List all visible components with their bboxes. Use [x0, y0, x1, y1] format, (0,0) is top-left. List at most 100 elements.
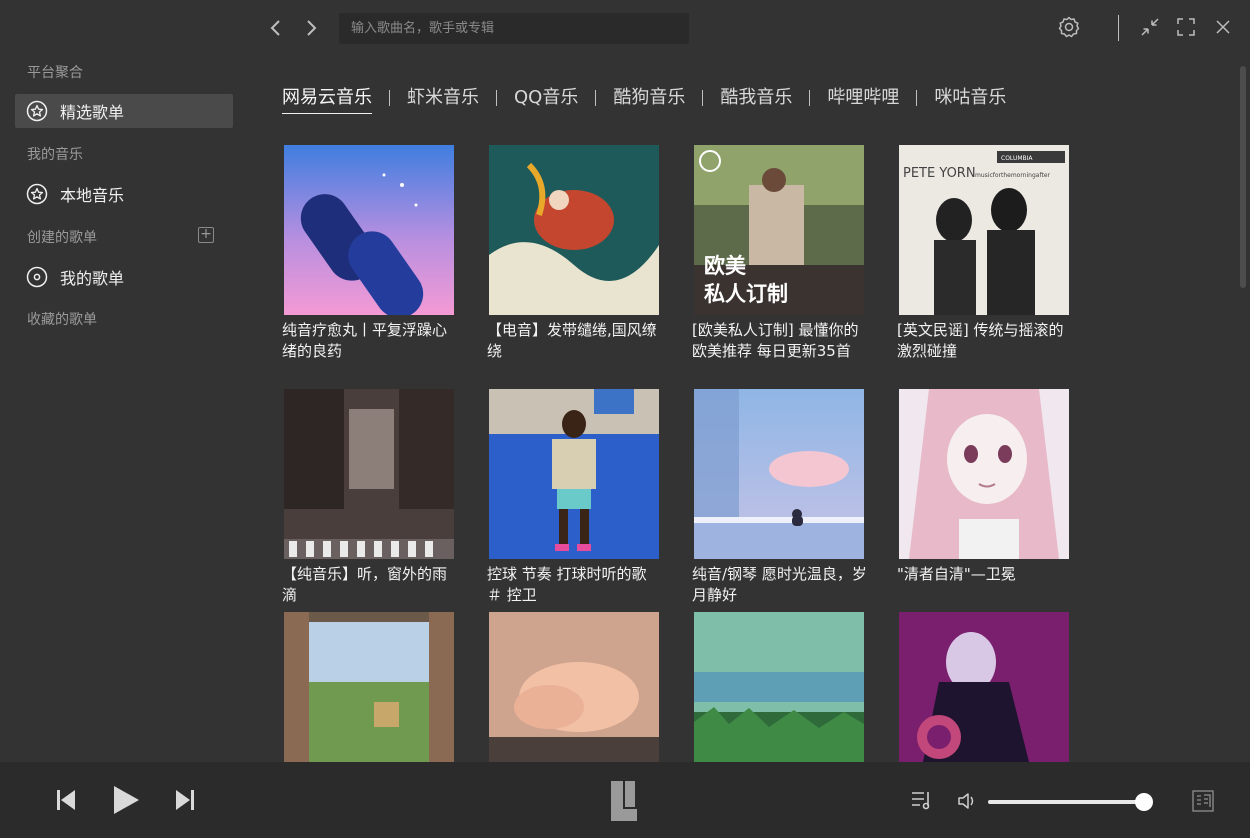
sidebar-item-local-music[interactable]: 本地音乐 [15, 177, 233, 211]
playlist-title: [欧美私人订制] 最懂你的欧美推荐 每日更新35首 [692, 321, 859, 360]
play-icon [114, 786, 139, 814]
fullscreen-icon [1177, 18, 1195, 36]
minimize-button[interactable] [1138, 15, 1162, 39]
tab-migu[interactable]: 咪咕音乐 [934, 83, 1006, 113]
collapse-icon [1141, 18, 1159, 36]
cover-text: 欧美 [704, 254, 746, 278]
playlist-card[interactable]: 纯音疗愈丸丨平复浮躁心绪的良药 [282, 145, 458, 362]
back-button[interactable] [263, 14, 289, 42]
tab-divider [702, 90, 704, 106]
plus-icon: + [200, 226, 212, 242]
sidebar-item-my-playlist[interactable]: 我的歌单 [15, 260, 233, 294]
playlist-cover [694, 612, 864, 762]
playlist-cover [489, 389, 659, 559]
sidebar-item-label: 本地音乐 [60, 186, 125, 205]
playlist-cover [489, 145, 659, 315]
scrollbar[interactable] [1240, 66, 1246, 288]
search-input[interactable] [339, 13, 689, 44]
sidebar-section-my-music: 我的音乐 [27, 147, 83, 163]
tab-kugou[interactable]: 酷狗音乐 [613, 83, 685, 113]
playlist-cover [899, 389, 1069, 559]
tab-divider [389, 90, 390, 106]
playlist-card[interactable] [487, 612, 663, 762]
cover-label: COLUMBIA [1001, 155, 1033, 162]
player-bar [0, 762, 1250, 838]
playlist-card[interactable]: COLUMBIA PETE YORN musicforthemorningaft… [897, 145, 1073, 362]
lyrics-icon [1192, 790, 1214, 812]
playlist-title: "清者自清"—卫冕 [897, 565, 1016, 583]
playlist-cover [694, 389, 864, 559]
close-button[interactable] [1211, 15, 1235, 39]
playlist-card[interactable] [897, 612, 1073, 762]
playlist-card[interactable]: "清者自清"—卫冕 [897, 389, 1073, 585]
star-icon [26, 183, 48, 205]
playlist-cover: 欧美 私人订制 [694, 145, 864, 315]
cover-text: musicforthemorningafter [975, 172, 1051, 179]
disc-icon [26, 266, 48, 288]
chevron-left-icon [270, 20, 280, 36]
star-icon [26, 100, 48, 122]
app-logo [611, 781, 637, 825]
playlist-icon [912, 792, 930, 810]
tab-divider [595, 90, 597, 106]
play-button[interactable] [111, 784, 141, 820]
tab-bilibili[interactable]: 哔哩哔哩 [827, 83, 899, 113]
playlist-cover [489, 612, 659, 762]
volume-slider[interactable] [988, 800, 1152, 804]
tab-divider [496, 90, 497, 106]
forward-button[interactable] [298, 14, 324, 42]
playlist-title: [英文民谣] 传统与摇滚的激烈碰撞 [897, 321, 1064, 360]
chevron-right-icon [307, 20, 317, 36]
top-bar [0, 0, 1250, 56]
volume-slider-handle[interactable] [1134, 793, 1153, 811]
playlist-title: 【纯音乐】听，窗外的雨滴 [282, 565, 448, 604]
sidebar-item-label: 精选歌单 [60, 103, 125, 122]
tab-qq[interactable]: QQ音乐 [514, 83, 578, 113]
settings-button[interactable] [1057, 15, 1081, 39]
playlist-cover [284, 612, 454, 762]
close-icon [1216, 20, 1230, 34]
playlist-cover: COLUMBIA PETE YORN musicforthemorningaft… [899, 145, 1069, 315]
sidebar: 平台聚合 精选歌单 我的音乐 本地音乐 创建的歌单 + 我的歌单 收藏的歌单 [0, 56, 250, 762]
skip-next-icon [176, 790, 194, 810]
cover-text: 私人订制 [704, 282, 788, 306]
skip-previous-icon [57, 790, 75, 810]
maximize-button[interactable] [1174, 15, 1198, 39]
create-playlist-button[interactable]: + [198, 227, 214, 243]
cover-text: PETE YORN [903, 166, 976, 181]
playlist-card[interactable]: 【电音】发带缱绻,国风缭绕 [487, 145, 663, 362]
sidebar-section-created: 创建的歌单 [27, 230, 97, 246]
playlist-card[interactable]: 纯音/钢琴 愿时光温良，岁月静好 [692, 389, 868, 606]
playlist-card[interactable] [282, 612, 458, 762]
sidebar-section-collected: 收藏的歌单 [27, 312, 97, 328]
playlist-grid: 纯音疗愈丸丨平复浮躁心绪的良药 【电音】发带缱绻,国风缭绕 欧美 私人订制 [欧… [250, 130, 1240, 762]
playlist-cover [284, 389, 454, 559]
playlist-title: 纯音/钢琴 愿时光温良，岁月静好 [692, 565, 867, 604]
tab-divider [916, 90, 918, 106]
next-button[interactable] [173, 788, 197, 816]
tab-netease[interactable]: 网易云音乐 [282, 83, 372, 114]
sidebar-item-label: 我的歌单 [60, 269, 125, 288]
sidebar-section-platform: 平台聚合 [27, 65, 83, 81]
platform-tabs: 网易云音乐 虾米音乐 QQ音乐 酷狗音乐 酷我音乐 哔哩哔哩 咪咕音乐 [282, 83, 1006, 114]
tab-xiami[interactable]: 虾米音乐 [407, 83, 479, 113]
gear-icon [1058, 16, 1080, 38]
toolbar-divider [1118, 15, 1119, 41]
lyrics-button[interactable] [1192, 790, 1214, 816]
sidebar-item-featured[interactable]: 精选歌单 [15, 94, 233, 128]
playlist-card[interactable]: 【纯音乐】听，窗外的雨滴 [282, 389, 458, 606]
volume-icon [958, 793, 974, 809]
tab-kuwo[interactable]: 酷我音乐 [720, 83, 792, 113]
playlist-title: 控球 节奏 打球时听的歌 ＃ 控卫 [487, 565, 647, 604]
previous-button[interactable] [54, 788, 78, 816]
volume-button[interactable] [957, 791, 979, 815]
playlist-cover [284, 145, 454, 315]
playlist-card[interactable]: 欧美 私人订制 [欧美私人订制] 最懂你的欧美推荐 每日更新35首 [692, 145, 868, 362]
playlist-button[interactable] [911, 790, 933, 814]
playlist-card[interactable]: 控球 节奏 打球时听的歌 ＃ 控卫 [487, 389, 663, 606]
playlist-title: 纯音疗愈丸丨平复浮躁心绪的良药 [282, 321, 448, 360]
playlist-card[interactable] [692, 612, 868, 762]
playlist-title: 【电音】发带缱绻,国风缭绕 [487, 321, 657, 360]
tab-divider [809, 90, 811, 106]
playlist-cover [899, 612, 1069, 762]
